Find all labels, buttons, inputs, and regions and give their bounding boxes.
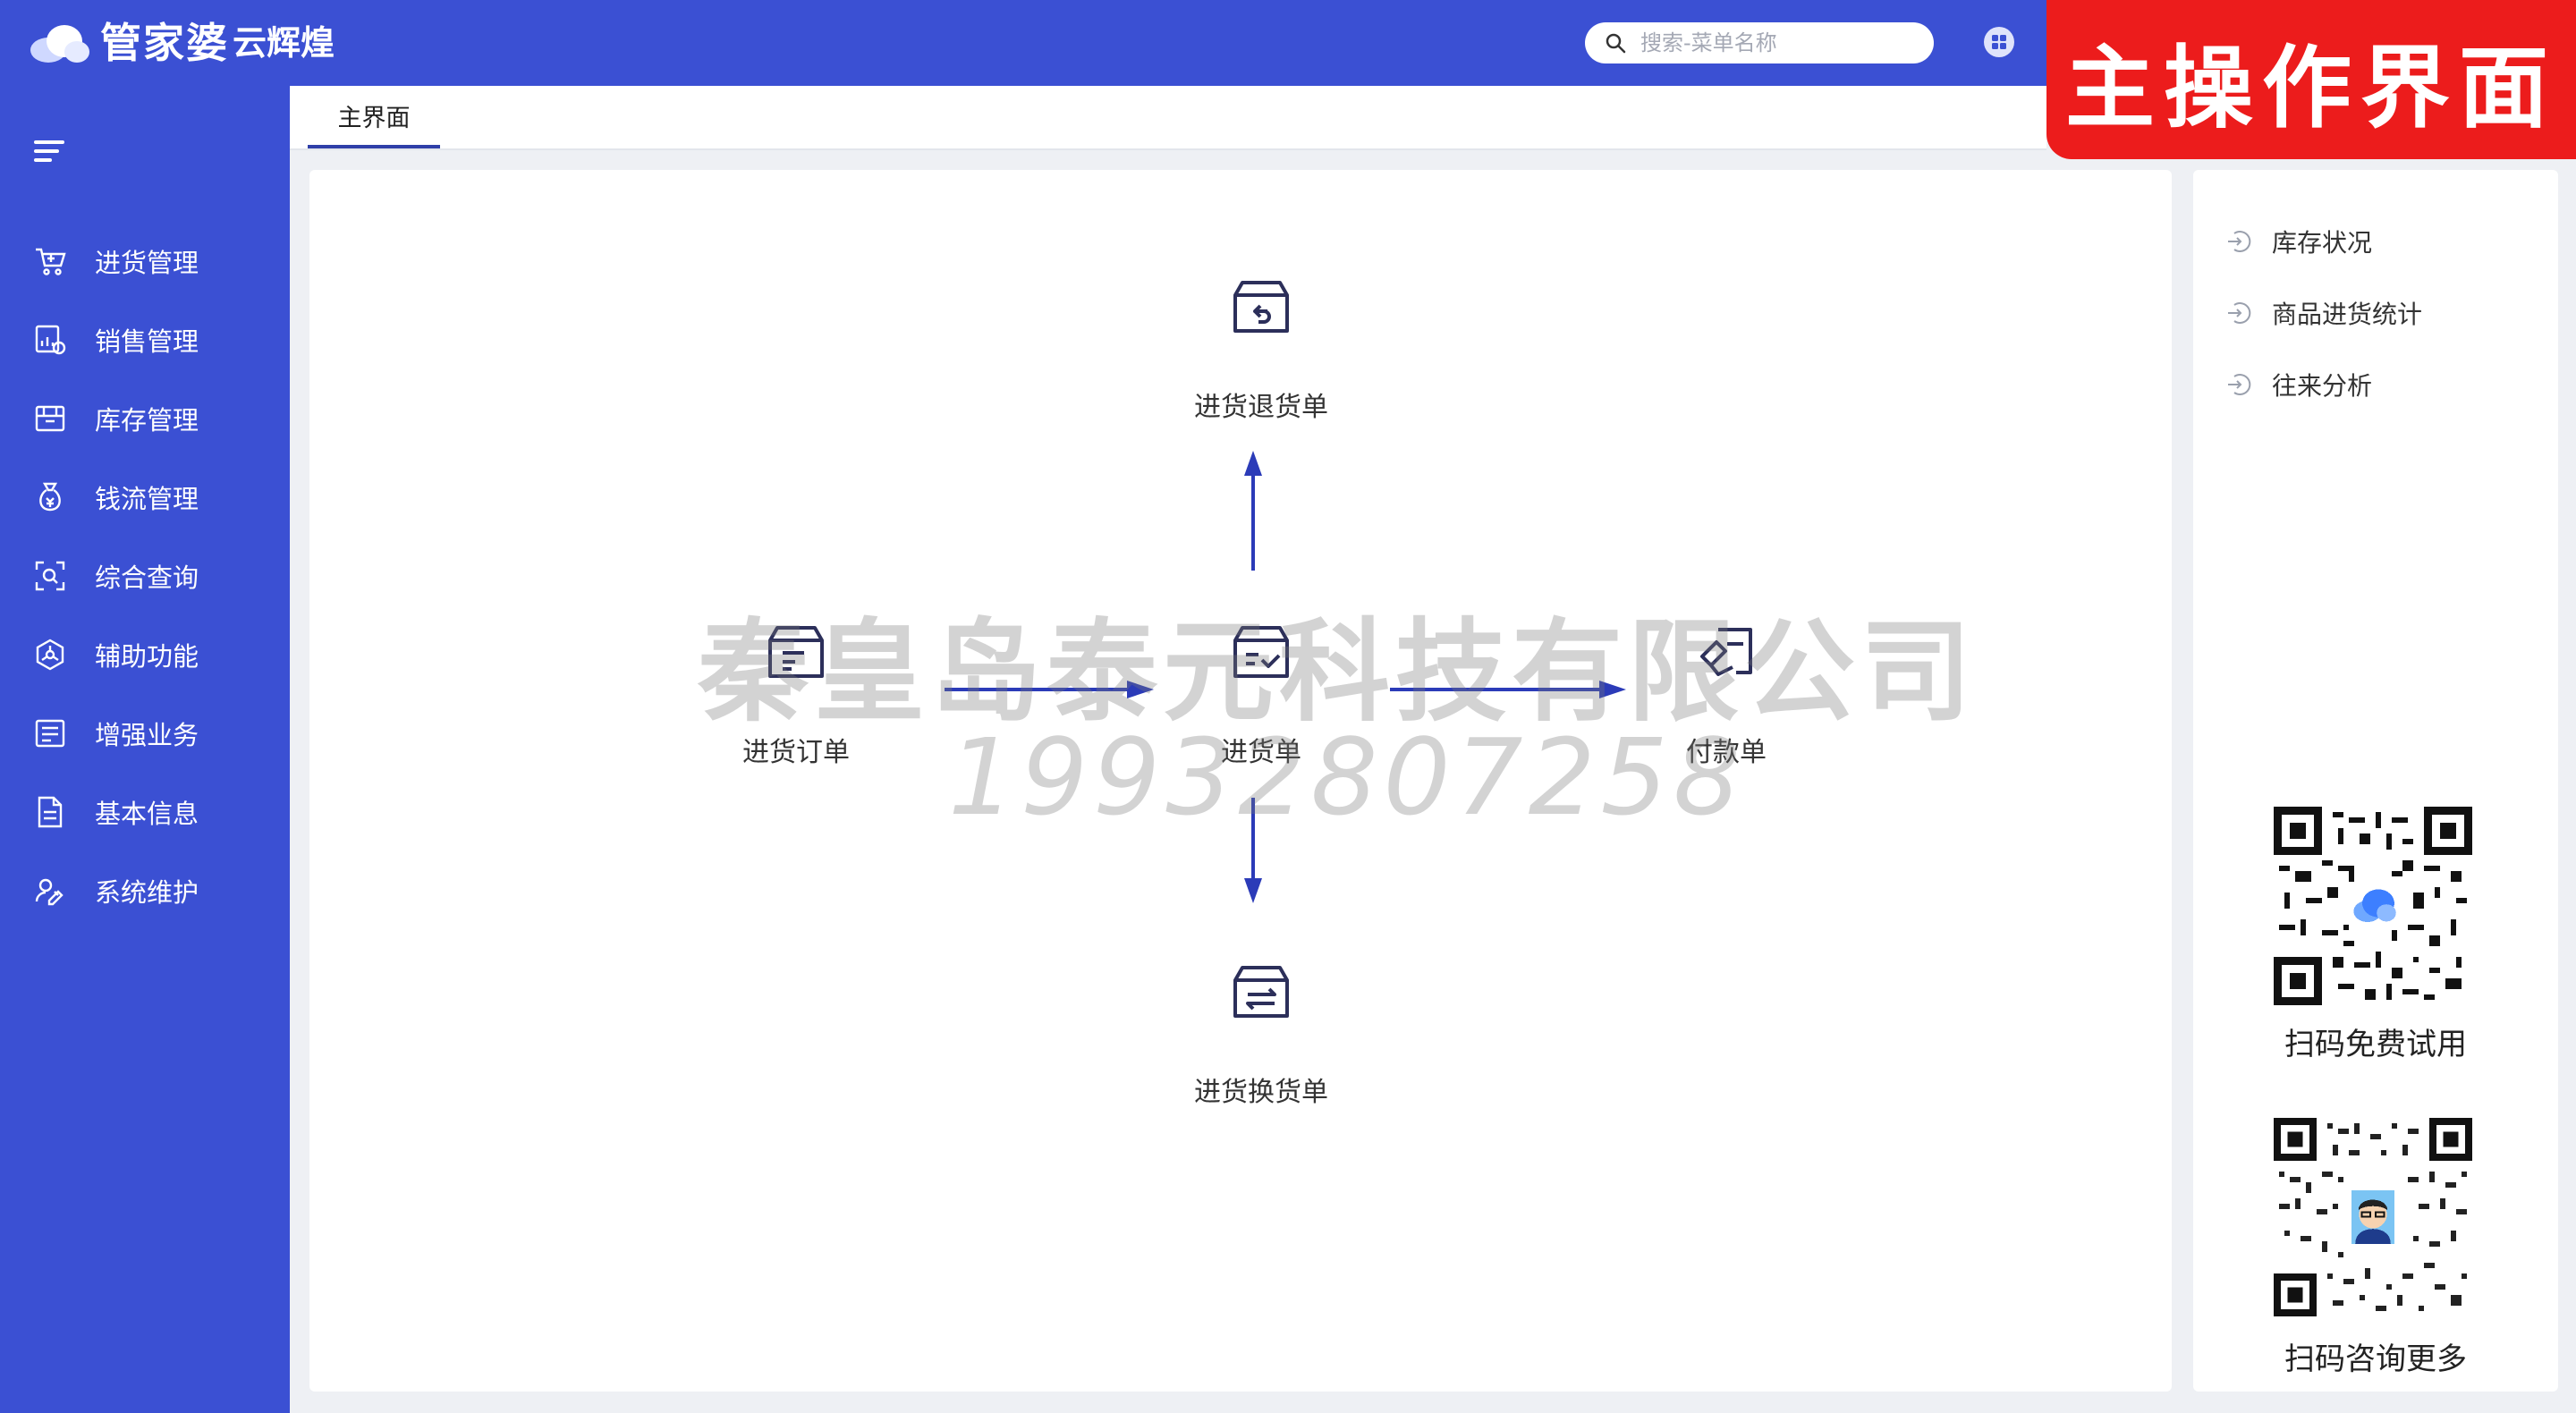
phone-watermark: 19932807258 [948, 715, 1746, 839]
logo-text: 管家婆 [100, 19, 229, 67]
menu-toggle-icon[interactable] [34, 138, 66, 165]
tab-main[interactable]: 主界面 [308, 86, 440, 148]
link-label: 库存状况 [2272, 228, 2373, 258]
enhanced-form-icon [32, 715, 68, 751]
node-label: 进货换货单 [1194, 1077, 1328, 1108]
maintenance-icon [32, 873, 68, 909]
sidebar-item-label: 增强业务 [95, 720, 199, 750]
sidebar-item-label: 钱流管理 [95, 484, 199, 514]
sidebar-item-label: 进货管理 [95, 248, 199, 278]
sidebar-item-maintenance[interactable]: 系统维护 [0, 851, 290, 930]
tab-strip: 主界面 [290, 86, 2046, 150]
sidebar-item-label: 销售管理 [95, 326, 199, 357]
sidebar-item-sales[interactable]: 销售管理 [0, 300, 290, 379]
inventory-box-icon [32, 401, 68, 436]
menu-search[interactable] [1585, 22, 1934, 63]
sidebar-item-basic-info[interactable]: 基本信息 [0, 773, 290, 851]
tab-label: 主界面 [337, 104, 411, 132]
sidebar-menu: 进货管理 销售管理 库存管理 钱流管理 综合查询 辅助功能 增强业务 基本信息 [0, 222, 290, 930]
qr-code-trial[interactable] [2274, 807, 2472, 1005]
sidebar-item-label: 综合查询 [95, 563, 199, 593]
apps-grid-icon[interactable] [1982, 25, 2016, 59]
sidebar-item-label: 基本信息 [95, 799, 199, 829]
sidebar-item-purchase[interactable]: 进货管理 [0, 222, 290, 300]
query-scan-icon [32, 558, 68, 594]
link-inventory-status[interactable]: 库存状况 [2225, 224, 2372, 259]
qr-trial-label: 扫码免费试用 [2284, 1027, 2467, 1062]
link-label: 往来分析 [2272, 371, 2373, 401]
qr-consult-label: 扫码咨询更多 [2284, 1341, 2467, 1377]
login-arrow-icon [2228, 231, 2251, 252]
sidebar-item-label: 辅助功能 [95, 641, 199, 672]
link-account-analysis[interactable]: 往来分析 [2225, 367, 2372, 402]
logo-subtext: 云辉煌 [233, 23, 335, 63]
sidebar-item-label: 库存管理 [95, 405, 199, 436]
qr-code-consult[interactable] [2274, 1118, 2472, 1316]
node-label: 进货退货单 [1194, 392, 1328, 423]
hexagon-assist-icon [32, 637, 68, 673]
right-panel: 库存状况 商品进货统计 往来分析 扫码免费试用 扫码咨询更多 [2193, 170, 2558, 1392]
sidebar-item-cashflow[interactable]: 钱流管理 [0, 458, 290, 537]
search-input[interactable] [1639, 30, 1911, 56]
return-box-icon [1233, 281, 1289, 333]
sidebar-item-inventory[interactable]: 库存管理 [0, 379, 290, 458]
sidebar-item-enhanced[interactable]: 增强业务 [0, 694, 290, 773]
login-arrow-icon [2228, 302, 2251, 324]
sidebar-item-label: 系统维护 [95, 877, 199, 908]
exchange-box-icon [1233, 966, 1289, 1018]
search-icon [1606, 33, 1626, 54]
money-bag-icon [32, 479, 68, 515]
cloud-logo-icon [27, 21, 91, 64]
sidebar: 进货管理 销售管理 库存管理 钱流管理 综合查询 辅助功能 增强业务 基本信息 [0, 86, 290, 1413]
link-label: 商品进货统计 [2272, 300, 2423, 329]
sales-chart-icon [32, 322, 68, 358]
cart-icon [32, 243, 68, 279]
arrow-up [1244, 451, 1262, 571]
main-interface-banner: 主操作界面 [2046, 0, 2576, 159]
link-purchase-stats[interactable]: 商品进货统计 [2225, 295, 2422, 331]
sidebar-item-query[interactable]: 综合查询 [0, 537, 290, 615]
banner-text: 主操作界面 [2065, 35, 2557, 140]
app-logo[interactable]: 管家婆 云辉煌 [27, 16, 335, 70]
flow-node-purchase-return[interactable]: 进货退货单 [1172, 272, 1351, 424]
flow-node-purchase-exchange[interactable]: 进货换货单 [1172, 957, 1351, 1109]
document-icon [32, 794, 68, 830]
login-arrow-icon [2228, 374, 2251, 395]
sidebar-item-assist[interactable]: 辅助功能 [0, 615, 290, 694]
